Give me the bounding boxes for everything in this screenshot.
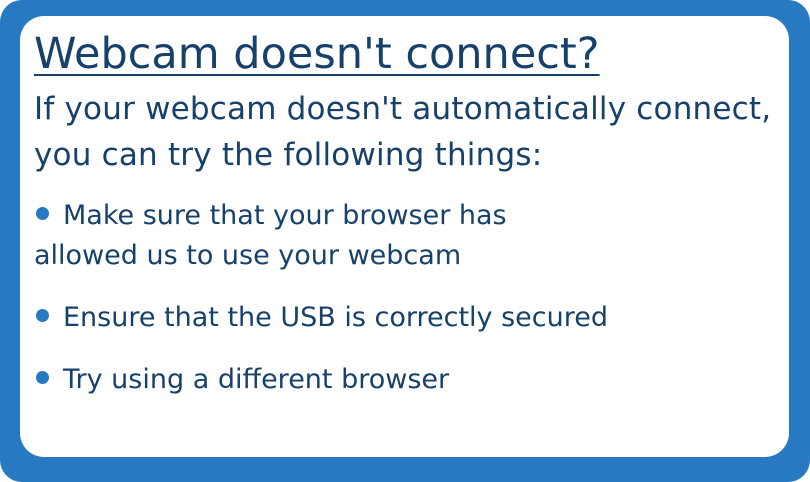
tip-text: Ensure that the USB is correctly secured — [63, 302, 609, 333]
help-card-frame: Webcam doesn't connect? If your webcam d… — [0, 0, 810, 482]
help-card: Webcam doesn't connect? If your webcam d… — [20, 16, 789, 457]
tip-text: Try using a different browser — [63, 364, 450, 395]
help-intro: If your webcam doesn't automatically con… — [34, 91, 772, 173]
tip-browser-permission: Make sure that your browser has allowed … — [34, 196, 594, 276]
bullet-icon — [36, 207, 49, 220]
bullet-icon — [36, 309, 49, 322]
bullet-icon — [36, 371, 49, 384]
tip-different-browser: Try using a different browser — [34, 360, 684, 400]
tip-usb-secured: Ensure that the USB is correctly secured — [34, 298, 684, 338]
tips-list: Make sure that your browser has allowed … — [34, 196, 789, 400]
tip-text: Make sure that your browser has allowed … — [34, 200, 507, 271]
help-title: Webcam doesn't connect? — [34, 29, 600, 79]
